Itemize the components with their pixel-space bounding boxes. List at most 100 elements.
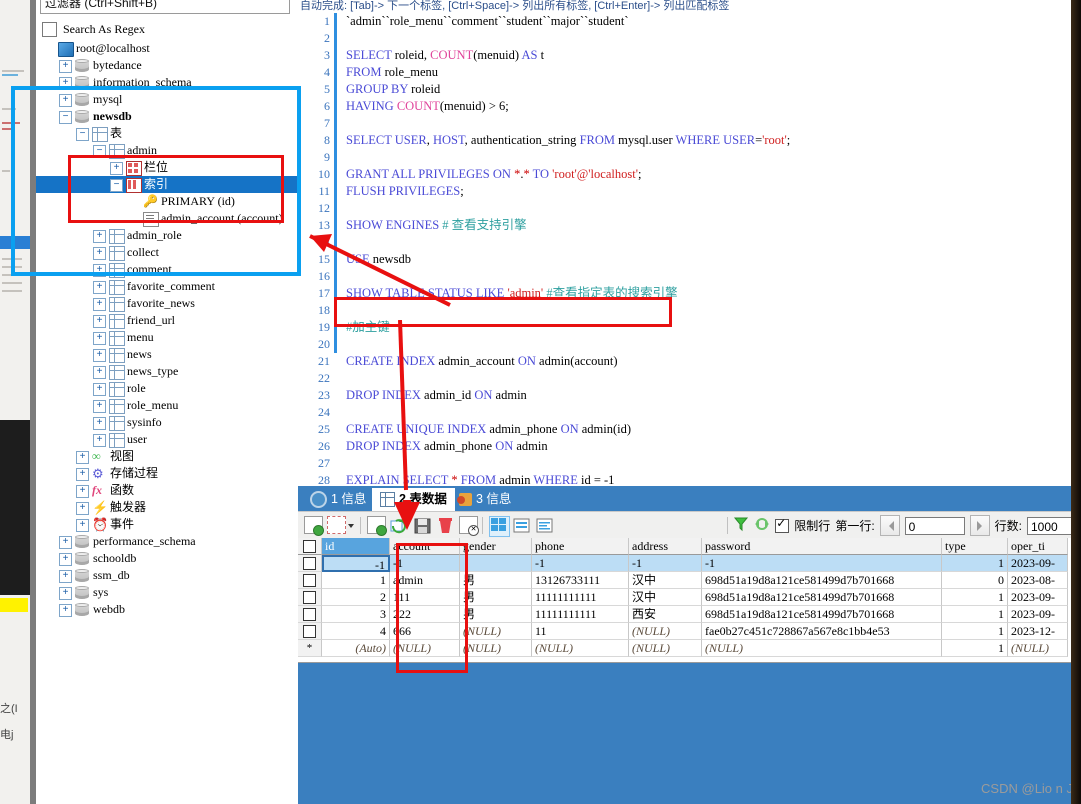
grid-cell[interactable]: 111 (390, 589, 460, 606)
code-line[interactable]: SHOW TABLE STATUS LIKE 'admin' #查看指定表的搜索… (346, 285, 1081, 302)
code-line[interactable]: SELECT USER, HOST, authentication_string… (346, 132, 1081, 149)
tree-node-schooldb[interactable]: + schooldb (36, 550, 298, 567)
expand-icon[interactable]: + (93, 366, 106, 379)
grid-cell[interactable]: -1 (390, 555, 460, 572)
row-selector[interactable] (298, 555, 322, 572)
expand-icon[interactable]: + (76, 519, 89, 532)
code-line[interactable]: FROM role_menu (346, 64, 1081, 81)
grid-cell[interactable]: 1 (942, 640, 1008, 657)
expand-icon[interactable]: + (93, 400, 106, 413)
tree-node-performance_schema[interactable]: + performance_schema (36, 533, 298, 550)
code-line[interactable]: FLUSH PRIVILEGES; (346, 183, 1081, 200)
grid-cell[interactable]: (NULL) (702, 640, 942, 657)
tree-node-user[interactable]: + user (36, 431, 298, 448)
tree-node-[interactable]: + 栏位 (36, 159, 298, 176)
search-as-regex-checkbox[interactable] (42, 21, 57, 37)
grid-cell[interactable]: 2023-12- (1008, 623, 1068, 640)
code-line[interactable] (346, 234, 1081, 251)
expand-icon[interactable]: + (93, 281, 106, 294)
grid-cell[interactable]: 1 (322, 572, 390, 589)
grid-cell[interactable]: 4 (322, 623, 390, 640)
code-line[interactable] (346, 302, 1081, 319)
grid-cell[interactable]: 男 (460, 589, 532, 606)
expand-icon[interactable]: + (76, 485, 89, 498)
database-tree[interactable]: root@localhost + bytedance + information_sch… (36, 40, 298, 618)
save-button[interactable] (413, 516, 432, 535)
row-selector[interactable] (298, 589, 322, 606)
grid-cell[interactable]: (NULL) (629, 623, 702, 640)
grid-row[interactable]: 4 666 (NULL) 11 (NULL) fae0b27c451c728867a567… (298, 623, 1073, 640)
tree-node-collect[interactable]: + collect (36, 244, 298, 261)
grid-column-header[interactable]: oper_ti (1008, 538, 1068, 555)
text-view-button[interactable] (535, 516, 554, 535)
collapse-icon[interactable]: − (110, 179, 123, 192)
code-line[interactable] (346, 149, 1081, 166)
expand-icon[interactable]: + (59, 94, 72, 107)
next-page-button[interactable] (969, 515, 990, 536)
tree-node-bytedance[interactable]: + bytedance (36, 57, 298, 74)
tree-node-news_type[interactable]: + news_type (36, 363, 298, 380)
grid-row[interactable]: 1 admin 男 13126733111 汉中 698d51a19d8a121ce581… (298, 572, 1073, 589)
grid-cell[interactable]: 男 (460, 606, 532, 623)
tree-node-[interactable]: − 索引 (36, 176, 298, 193)
expand-icon[interactable]: + (93, 298, 106, 311)
grid-column-header[interactable]: phone (532, 538, 629, 555)
expand-icon[interactable]: + (76, 468, 89, 481)
data-grid[interactable]: id account gender phone address password type o… (298, 538, 1073, 663)
code-line[interactable] (346, 404, 1081, 421)
grid-cell[interactable]: (NULL) (629, 640, 702, 657)
tree-node-menu[interactable]: + menu (36, 329, 298, 346)
code-line[interactable]: DROP INDEX admin_id ON admin (346, 387, 1081, 404)
row-selector[interactable]: * (298, 640, 322, 657)
results-tab-1[interactable]: 1 信息 (302, 488, 374, 511)
tree-node-[interactable]: + ⚙ 存储过程 (36, 465, 298, 482)
tree-node-information_schema[interactable]: + information_schema (36, 74, 298, 91)
tree-node-PRIMARYid[interactable]: 🔑 PRIMARY (id) (36, 193, 298, 210)
delete-button[interactable] (436, 516, 455, 535)
collapse-icon[interactable]: − (59, 111, 72, 124)
expand-icon[interactable]: + (59, 77, 72, 90)
expand-icon[interactable]: + (59, 587, 72, 600)
code-line[interactable]: `admin``role_menu``comment``student``maj… (346, 13, 1081, 30)
grid-cell[interactable]: 3 (322, 606, 390, 623)
tree-node-sys[interactable]: + sys (36, 584, 298, 601)
grid-cell[interactable]: (NULL) (460, 623, 532, 640)
tree-node-[interactable]: + ⚡ 触发器 (36, 499, 298, 516)
grid-cell[interactable]: (NULL) (532, 640, 629, 657)
tree-node-role[interactable]: + role (36, 380, 298, 397)
grid-row[interactable]: 3 222 男 11111111111 西安 698d51a19d8a121ce58149… (298, 606, 1073, 623)
grid-cell[interactable]: 汉中 (629, 589, 702, 606)
tree-node-sysinfo[interactable]: + sysinfo (36, 414, 298, 431)
grid-cell[interactable]: 11111111111 (532, 606, 629, 623)
grid-cell[interactable]: fae0b27c451c728867a567e8c1bb4e53 (702, 623, 942, 640)
code-line[interactable] (346, 336, 1081, 353)
expand-icon[interactable]: + (76, 502, 89, 515)
code-line[interactable]: USE newsdb (346, 251, 1081, 268)
results-tab-bar[interactable]: 1 信息 2 表数据 3 信息 (298, 486, 1081, 511)
expand-icon[interactable]: + (93, 315, 106, 328)
grid-cell[interactable]: 2 (322, 589, 390, 606)
row-count-input[interactable]: 1000 (1027, 516, 1075, 535)
grid-column-header[interactable]: address (629, 538, 702, 555)
tree-node-friend_url[interactable]: + friend_url (36, 312, 298, 329)
grid-toolbar[interactable]: ✕ ✓ 限制行 第一行: 0 行数: 1000 (298, 511, 1081, 540)
code-line[interactable]: #加主键 (346, 319, 1081, 336)
grid-cell[interactable]: 11 (532, 623, 629, 640)
add-record-button[interactable] (304, 516, 324, 536)
grid-cell[interactable]: -1 (532, 555, 629, 572)
filter-input[interactable]: 过滤器 (Ctrl+Shift+B) (40, 0, 290, 14)
row-selector[interactable] (298, 623, 322, 640)
expand-icon[interactable]: + (59, 604, 72, 617)
grid-cell[interactable]: 698d51a19d8a121ce581499d7b701668 (702, 572, 942, 589)
grid-cell[interactable]: (NULL) (390, 640, 460, 657)
first-row-input[interactable]: 0 (904, 516, 965, 535)
results-tab-3[interactable]: 3 信息 (451, 488, 519, 511)
tree-node-admin_accountaccount[interactable]: admin_account (account) (36, 210, 298, 227)
grid-cell[interactable]: 666 (390, 623, 460, 640)
code-line[interactable]: CREATE INDEX admin_account ON admin(acco… (346, 353, 1081, 370)
tree-node-favorite_news[interactable]: + favorite_news (36, 295, 298, 312)
code-line[interactable]: SELECT roleid, COUNT(menuid) AS t (346, 47, 1081, 64)
grid-cell[interactable]: -1 (629, 555, 702, 572)
code-line[interactable] (346, 115, 1081, 132)
code-line[interactable]: HAVING COUNT(menuid) > 6; (346, 98, 1081, 115)
